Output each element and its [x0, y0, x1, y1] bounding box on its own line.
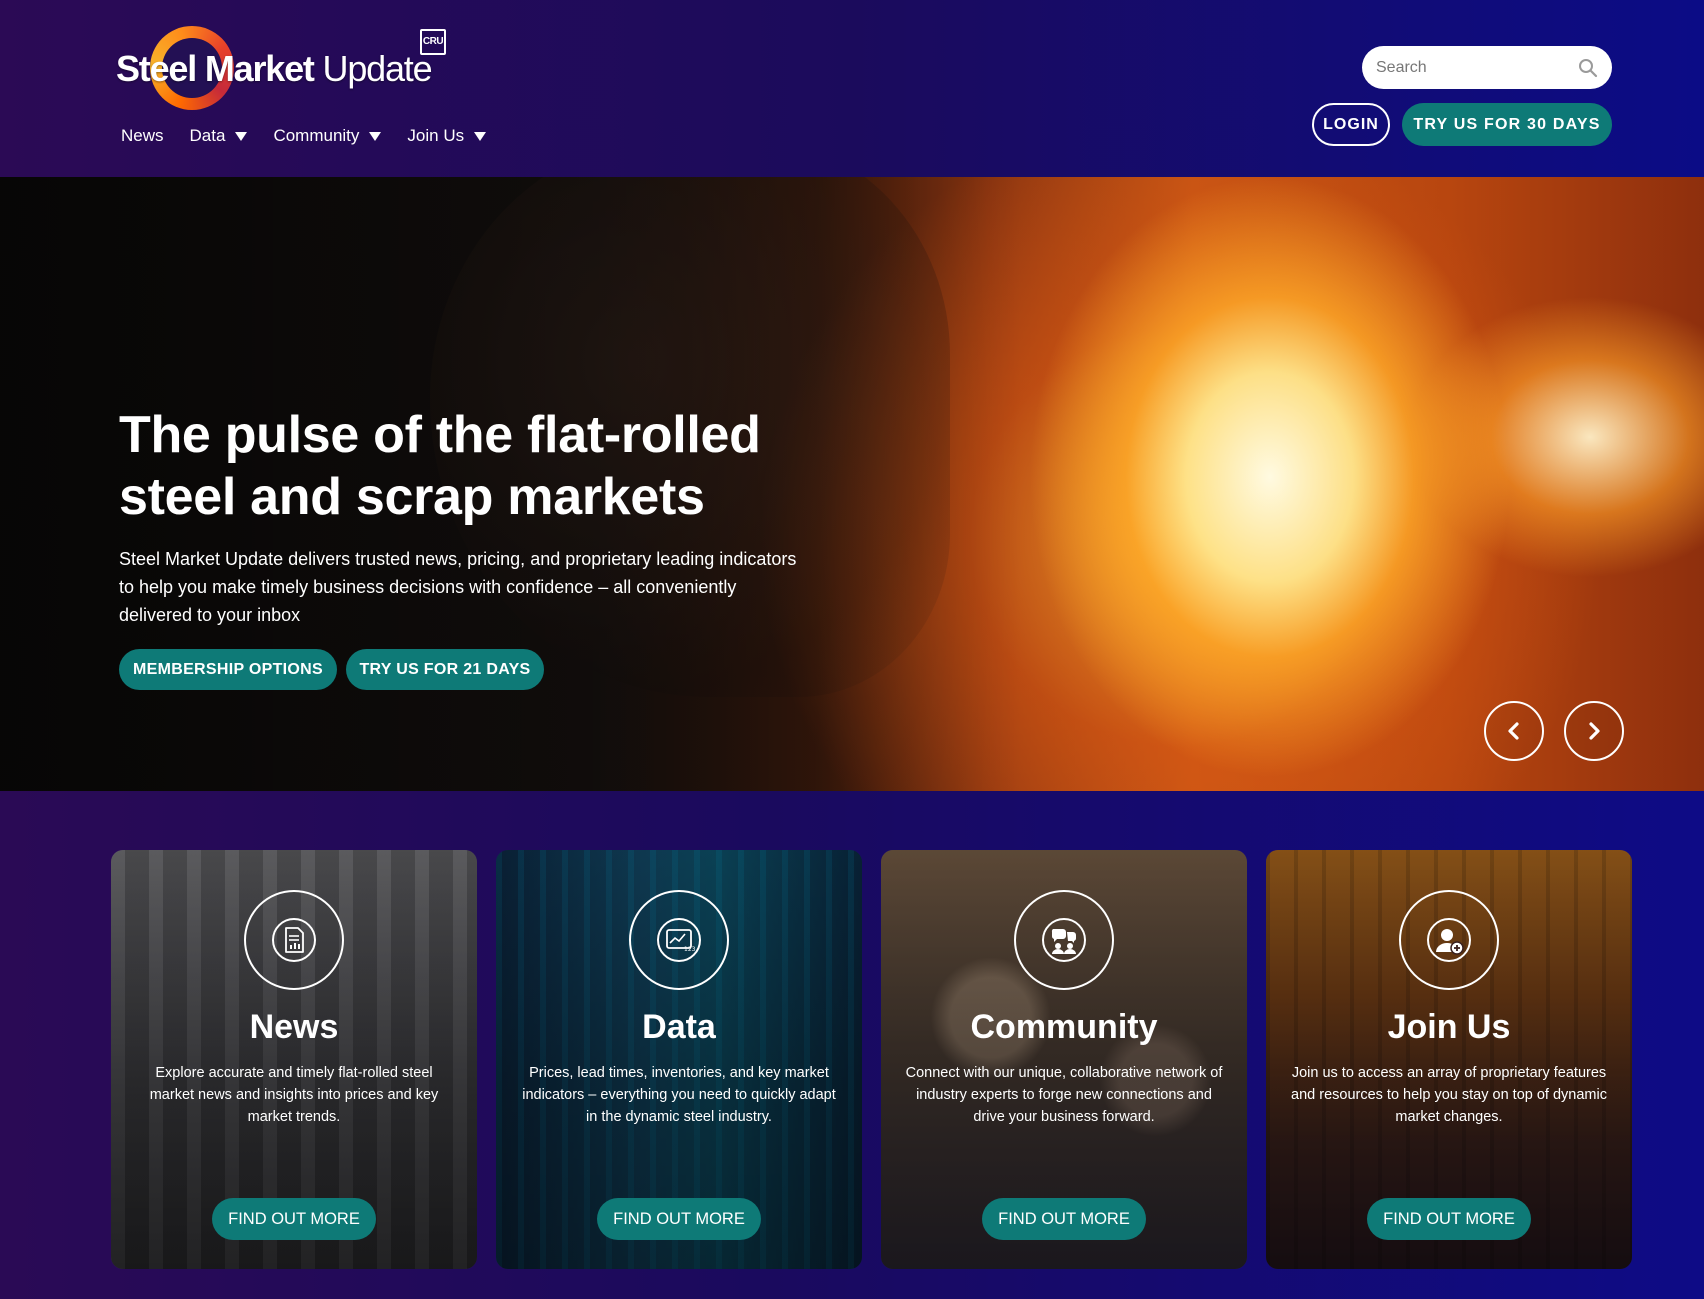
card-icon-circle	[1399, 890, 1499, 990]
card-icon-circle: 123	[629, 890, 729, 990]
nav-item-label: Join Us	[407, 126, 465, 145]
community-people-icon	[1042, 918, 1086, 962]
nav-item-data[interactable]: Data	[190, 122, 248, 150]
nav-item-community[interactable]: Community	[273, 122, 382, 150]
news-document-icon	[272, 918, 316, 962]
card-icon-circle	[244, 890, 344, 990]
find-out-more-button-join-us[interactable]: FIND OUT MORE	[1367, 1198, 1531, 1240]
find-out-more-button-data[interactable]: FIND OUT MORE	[597, 1198, 761, 1240]
nav-item-join-us[interactable]: Join Us	[407, 122, 487, 150]
site-logo[interactable]: Steel Market Update CRU	[116, 26, 456, 114]
card-title: News	[249, 1008, 339, 1046]
hero-banner: The pulse of the flat-rolled steel and s…	[0, 177, 1704, 791]
search-input[interactable]	[1376, 46, 1566, 89]
carousel-next-button[interactable]	[1564, 701, 1624, 761]
svg-text:123: 123	[684, 946, 696, 953]
logo-wordmark: Steel Market Update	[116, 48, 433, 90]
card-news: News Explore accurate and timely flat-ro…	[111, 850, 477, 1269]
try-21-days-button[interactable]: TRY US FOR 21 DAYS	[346, 649, 544, 690]
chevron-left-icon	[1508, 722, 1519, 740]
logo-text-bold: Steel Market	[116, 48, 315, 89]
login-button[interactable]: LOGIN	[1312, 103, 1390, 146]
hero-description: Steel Market Update delivers trusted new…	[119, 549, 797, 625]
nav-item-news[interactable]: News	[121, 122, 164, 150]
main-nav: News Data Community Join Us	[121, 122, 512, 150]
card-title: Join Us	[1387, 1008, 1511, 1046]
card-description: Explore accurate and timely flat-rolled …	[149, 1065, 439, 1125]
data-chart-icon: 123	[657, 918, 701, 962]
card-title: Data	[642, 1008, 716, 1046]
find-out-more-button-community[interactable]: FIND OUT MORE	[982, 1198, 1146, 1240]
card-community: Community Connect with our unique, colla…	[881, 850, 1247, 1269]
logo-text-light: Update	[322, 48, 433, 89]
caret-down-icon	[235, 131, 248, 141]
card-join-us: Join Us Join us to access an array of pr…	[1266, 850, 1632, 1269]
card-description: Connect with our unique, collaborative n…	[905, 1065, 1223, 1125]
nav-item-label: Community	[273, 126, 360, 145]
card-description: Join us to access an array of proprietar…	[1291, 1065, 1607, 1125]
find-out-more-button-news[interactable]: FIND OUT MORE	[212, 1198, 376, 1240]
search-icon[interactable]	[1578, 58, 1598, 78]
cru-badge: CRU	[420, 29, 446, 55]
hero-title: The pulse of the flat-rolled steel and s…	[119, 406, 761, 526]
card-description: Prices, lead times, inventories, and key…	[522, 1065, 836, 1125]
feature-cards: News Explore accurate and timely flat-ro…	[111, 850, 1632, 1269]
card-icon-circle	[1014, 890, 1114, 990]
carousel-prev-button[interactable]	[1484, 701, 1544, 761]
site-header: Steel Market Update CRU News Data Commun…	[0, 0, 1704, 177]
try-30-days-button[interactable]: TRY US FOR 30 DAYS	[1402, 103, 1612, 146]
card-data: 123 Data Prices, lead times, inventories…	[496, 850, 862, 1269]
card-title: Community	[970, 1008, 1158, 1046]
search-box	[1362, 46, 1612, 89]
caret-down-icon	[369, 131, 382, 141]
join-user-add-icon	[1427, 918, 1471, 962]
nav-item-label: News	[121, 126, 164, 145]
caret-down-icon	[474, 131, 487, 141]
nav-item-label: Data	[189, 126, 226, 145]
membership-options-button[interactable]: MEMBERSHIP OPTIONS	[119, 649, 337, 690]
chevron-right-icon	[1589, 722, 1600, 740]
